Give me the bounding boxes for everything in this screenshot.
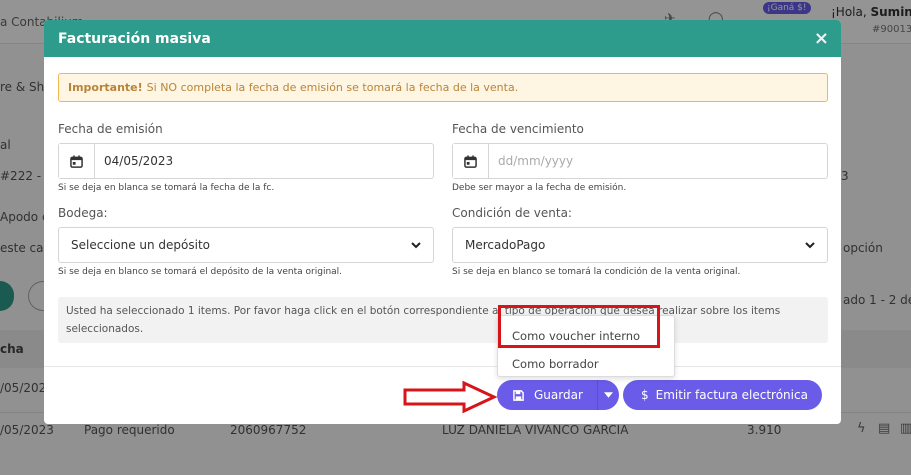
important-alert: Importante! Si NO completa la fecha de e… <box>58 73 828 102</box>
floppy-icon <box>513 389 524 401</box>
calendar-icon[interactable] <box>59 144 95 178</box>
emit-invoice-label: Emitir factura electrónica <box>655 388 808 402</box>
issue-date-input[interactable] <box>95 144 433 178</box>
warehouse-select[interactable]: Seleccione un depósito <box>58 227 434 263</box>
alert-text: Si NO completa la fecha de emisión se to… <box>146 81 519 94</box>
save-label: Guardar <box>534 388 583 402</box>
warehouse-label: Bodega: <box>58 206 108 220</box>
save-dropdown-toggle[interactable] <box>596 380 619 410</box>
dropdown-item-draft[interactable]: Como borrador <box>512 357 599 371</box>
warehouse-help: Si se deja en blanco se tomará el depósi… <box>58 267 343 277</box>
footer-divider <box>44 366 841 367</box>
warehouse-value: Seleccione un depósito <box>71 238 211 252</box>
sale-condition-value: MercadoPago <box>465 238 546 252</box>
red-arrow-annotation <box>403 380 498 414</box>
sale-condition-help: Si se deja en blanco se tomará la condic… <box>452 267 741 277</box>
issue-date-help: Si se deja en blanca se tomará la fecha … <box>58 183 275 193</box>
sale-condition-label: Condición de venta: <box>452 206 572 220</box>
mass-billing-modal: Facturación masiva × Importante! Si NO c… <box>44 20 841 424</box>
red-highlight-box <box>498 305 660 348</box>
emit-invoice-button[interactable]: $ Emitir factura electrónica <box>623 380 822 410</box>
alert-strong: Importante! <box>68 81 143 94</box>
close-icon[interactable]: × <box>814 28 829 49</box>
modal-header: Facturación masiva <box>44 20 841 57</box>
selection-info: Usted ha seleccionado 1 items. Por favor… <box>58 297 828 343</box>
sale-condition-select[interactable]: MercadoPago <box>452 227 828 263</box>
issue-date-label: Fecha de emisión <box>58 122 163 136</box>
due-date-input[interactable] <box>489 144 827 178</box>
issue-date-field[interactable] <box>58 143 434 179</box>
due-date-help: Debe ser mayor a la fecha de emisión. <box>452 183 627 193</box>
dollar-icon: $ <box>641 388 649 402</box>
save-button-group: Guardar <box>497 380 619 410</box>
save-button[interactable]: Guardar <box>497 380 597 410</box>
chevron-down-icon <box>411 242 421 249</box>
modal-title: Facturación masiva <box>58 30 211 47</box>
caret-down-icon <box>603 392 613 398</box>
chevron-down-icon <box>805 242 815 249</box>
due-date-label: Fecha de vencimiento <box>452 122 584 136</box>
due-date-field[interactable] <box>452 143 828 179</box>
calendar-icon[interactable] <box>453 144 489 178</box>
